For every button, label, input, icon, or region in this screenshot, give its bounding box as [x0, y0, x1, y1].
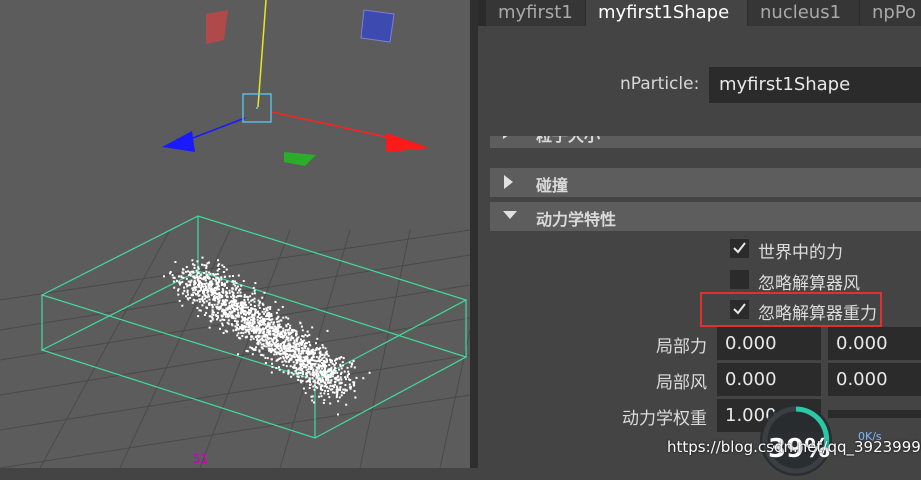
checkbox-label: 世界中的力 [758, 243, 843, 263]
panel-splitter[interactable] [470, 0, 478, 468]
field-row-local-wind: 局部风 0.000 0.000 [478, 362, 921, 396]
nparticle-cloud[interactable] [163, 256, 371, 416]
viewport-3d[interactable]: 51 [0, 0, 470, 468]
checkbox-label: 忽略解算器风 [758, 274, 860, 294]
collapsed-arrow-icon [503, 136, 508, 139]
local-wind-y-field[interactable]: 0.000 [828, 363, 921, 396]
manip-plane-xy[interactable] [206, 10, 228, 44]
manip-axis-x[interactable] [271, 111, 401, 141]
dynamics-weight-slider[interactable] [828, 410, 921, 418]
node-type-label: nParticle: [620, 74, 700, 94]
check-icon [733, 242, 746, 254]
viewport-scene [0, 0, 470, 468]
tab-nucleus1[interactable]: nucleus1 [748, 0, 860, 26]
ignore-solver-wind-checkbox[interactable] [730, 270, 749, 289]
section-label: 碰撞 [536, 176, 569, 195]
local-wind-x-field[interactable]: 0.000 [717, 363, 821, 396]
source-watermark: https://blog.csdn.net/qq_39239990 [667, 438, 921, 456]
local-force-x-field[interactable]: 0.000 [717, 327, 821, 360]
node-name-field[interactable]: myfirst1Shape [709, 67, 921, 103]
node-tab-bar: myfirst1 myfirst1Shape nucleus1 npPo [478, 0, 921, 26]
local-force-y-field[interactable]: 0.000 [828, 327, 921, 360]
section-collision[interactable]: 碰撞 [490, 168, 921, 197]
field-label: 局部力 [656, 337, 707, 357]
field-label: 动力学权重 [622, 409, 707, 429]
manip-arrow-x[interactable] [386, 133, 430, 152]
section-label: 动力学特性 [536, 210, 617, 229]
forces-in-world-checkbox[interactable] [730, 239, 749, 258]
expanded-arrow-icon [503, 211, 517, 219]
move-manipulator[interactable] [162, 0, 430, 166]
section-dynamic-properties[interactable]: 动力学特性 [490, 202, 921, 231]
manip-axis-z[interactable] [184, 117, 246, 142]
field-row-local-force: 局部力 0.000 0.000 [478, 326, 921, 360]
section-label: 粒子大小 [536, 136, 600, 146]
frame-indicator: 51 [193, 452, 209, 466]
field-label: 局部风 [656, 373, 707, 393]
tab-myfirst1shape[interactable]: myfirst1Shape [586, 0, 748, 26]
tab-np[interactable]: npPo [860, 0, 921, 26]
manip-plane-yz[interactable] [360, 9, 395, 43]
manip-axis-y[interactable] [257, 0, 267, 108]
manip-arrow-z[interactable] [162, 131, 195, 152]
attribute-editor: myfirst1 myfirst1Shape nucleus1 npPo nPa… [478, 0, 921, 468]
ground-grid [0, 229, 470, 468]
node-name-row: nParticle: myfirst1Shape [478, 62, 921, 106]
section-particle-size[interactable]: 粒子大小 [490, 136, 921, 148]
highlight-annotation [700, 292, 882, 327]
collapsed-arrow-icon [504, 175, 513, 189]
manip-plane-xz[interactable] [284, 152, 316, 166]
tab-myfirst1[interactable]: myfirst1 [486, 0, 586, 26]
